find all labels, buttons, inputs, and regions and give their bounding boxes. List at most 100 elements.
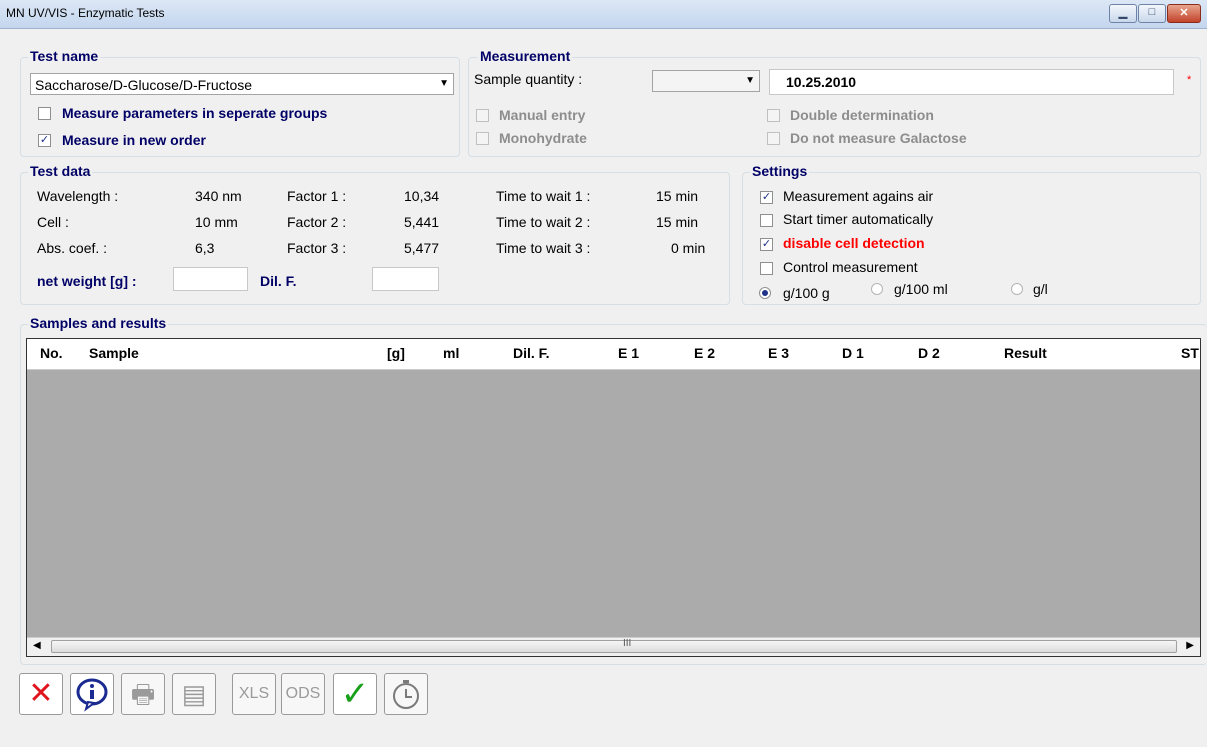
col-g[interactable]: [g] (387, 345, 405, 361)
info-button[interactable] (70, 673, 114, 715)
wait1-value: 15 min (656, 188, 699, 204)
net-weight-input[interactable] (173, 267, 248, 291)
dilution-factor-input[interactable] (372, 267, 439, 291)
minimize-button[interactable]: ▁ (1109, 4, 1137, 23)
samples-table[interactable]: No. Sample [g] ml Dil. F. E 1 E 2 E 3 D … (26, 338, 1201, 657)
window-controls: ▁ □ ✕ (1108, 4, 1201, 23)
test-name-value: Saccharose/D-Glucose/D-Fructose (35, 77, 253, 93)
cell-value: 10 mm (195, 214, 238, 230)
start-timer-checkbox[interactable] (760, 214, 773, 227)
horizontal-scrollbar[interactable]: ◀ III ▶ (27, 637, 1200, 656)
xls-export-button[interactable]: XLS (232, 673, 276, 715)
ods-export-icon: ODS (285, 685, 321, 702)
start-timer-label: Start timer automatically (783, 211, 934, 227)
sample-quantity-select[interactable]: ▼ (652, 70, 760, 92)
disable-cell-label: disable cell detection (783, 235, 925, 251)
factor2-label: Factor 2 : (287, 214, 347, 230)
maximize-icon: □ (1148, 6, 1156, 18)
monohydrate-label: Monohydrate (499, 130, 587, 146)
unit-g100g-label: g/100 g (783, 285, 830, 301)
factor3-label: Factor 3 : (287, 240, 347, 256)
scroll-grip-icon: III (623, 638, 632, 649)
col-e3[interactable]: E 3 (768, 345, 789, 361)
timer-icon (393, 680, 419, 709)
report-button[interactable]: ▤ (172, 673, 216, 715)
print-icon: 🖶 (130, 679, 156, 709)
no-galactose-checkbox[interactable] (767, 132, 780, 145)
double-determination-label: Double determination (790, 107, 934, 123)
maximize-button[interactable]: □ (1138, 4, 1166, 23)
samples-legend: Samples and results (28, 315, 169, 331)
separate-groups-checkbox[interactable] (38, 107, 51, 120)
close-window-button[interactable]: ✕ (1167, 4, 1201, 23)
test-name-legend: Test name (28, 48, 101, 64)
against-air-label: Measurement agains air (783, 188, 934, 204)
col-d2[interactable]: D 2 (918, 345, 940, 361)
cell-label: Cell : (37, 214, 69, 230)
confirm-button[interactable]: ✓ (333, 673, 377, 715)
print-button[interactable]: 🖶 (121, 673, 165, 715)
net-weight-label: net weight [g] : (37, 273, 137, 289)
col-result[interactable]: Result (1004, 345, 1047, 361)
minimize-icon: ▁ (1118, 7, 1128, 19)
measurement-legend: Measurement (478, 48, 573, 64)
col-e2[interactable]: E 2 (694, 345, 715, 361)
info-icon (76, 678, 108, 712)
wavelength-label: Wavelength : (37, 188, 119, 204)
close-x-icon: ✕ (1179, 7, 1189, 19)
wait2-label: Time to wait 2 : (496, 214, 591, 230)
against-air-checkbox[interactable]: ✓ (760, 191, 773, 204)
monohydrate-checkbox[interactable] (476, 132, 489, 145)
new-order-label: Measure in new order (62, 132, 206, 148)
col-d1[interactable]: D 1 (842, 345, 864, 361)
control-measurement-label: Control measurement (783, 259, 918, 275)
manual-entry-checkbox[interactable] (476, 109, 489, 122)
double-determination-checkbox[interactable] (767, 109, 780, 122)
col-no[interactable]: No. (40, 345, 63, 361)
xls-export-icon: XLS (238, 685, 270, 702)
close-button[interactable]: ✕ (19, 673, 63, 715)
chevron-down-icon: ▼ (745, 75, 755, 86)
sample-quantity-label: Sample quantity : (474, 71, 583, 87)
test-name-select[interactable]: Saccharose/D-Glucose/D-Fructose ▼ (30, 73, 454, 95)
disable-cell-checkbox[interactable]: ✓ (760, 238, 773, 251)
settings-legend: Settings (750, 163, 810, 179)
required-mark: * (1187, 74, 1192, 86)
factor1-value: 10,34 (404, 188, 440, 204)
scroll-right-icon[interactable]: ▶ (1186, 640, 1194, 651)
chevron-down-icon: ▼ (439, 78, 449, 89)
wait1-label: Time to wait 1 : (496, 188, 591, 204)
factor2-value: 5,441 (404, 214, 440, 230)
separate-groups-label: Measure parameters in seperate groups (62, 105, 328, 121)
factor1-label: Factor 1 : (287, 188, 347, 204)
col-st[interactable]: ST (1181, 345, 1199, 361)
date-value: 10.25.2010 (786, 74, 857, 90)
date-field[interactable]: 10.25.2010 (769, 69, 1174, 95)
timer-button[interactable] (384, 673, 428, 715)
wait2-value: 15 min (656, 214, 699, 230)
abs-coef-label: Abs. coef. : (37, 240, 108, 256)
ods-export-button[interactable]: ODS (281, 673, 325, 715)
no-galactose-label: Do not measure Galactose (790, 130, 967, 146)
report-icon: ▤ (181, 679, 207, 709)
scroll-thumb[interactable] (51, 640, 1177, 653)
wait3-value: 0 min (671, 240, 706, 256)
col-ml[interactable]: ml (443, 345, 459, 361)
scroll-left-icon[interactable]: ◀ (33, 640, 41, 651)
table-header: No. Sample [g] ml Dil. F. E 1 E 2 E 3 D … (27, 339, 1200, 370)
control-measurement-checkbox[interactable] (760, 262, 773, 275)
col-e1[interactable]: E 1 (618, 345, 639, 361)
wait3-label: Time to wait 3 : (496, 240, 591, 256)
abs-coef-value: 6,3 (195, 240, 215, 256)
unit-gl-radio[interactable] (1011, 283, 1023, 295)
col-sample[interactable]: Sample (89, 345, 139, 361)
new-order-checkbox[interactable]: ✓ (38, 134, 51, 147)
unit-g100g-radio[interactable] (759, 287, 771, 299)
unit-g100ml-radio[interactable] (871, 283, 883, 295)
unit-gl-label: g/l (1033, 281, 1048, 297)
col-dil[interactable]: Dil. F. (513, 345, 550, 361)
unit-g100ml-label: g/100 ml (894, 281, 948, 297)
confirm-icon: ✓ (340, 675, 370, 713)
title-bar: MN UV/VIS - Enzymatic Tests ▁ □ ✕ (0, 0, 1207, 29)
window-title: MN UV/VIS - Enzymatic Tests (6, 6, 165, 20)
